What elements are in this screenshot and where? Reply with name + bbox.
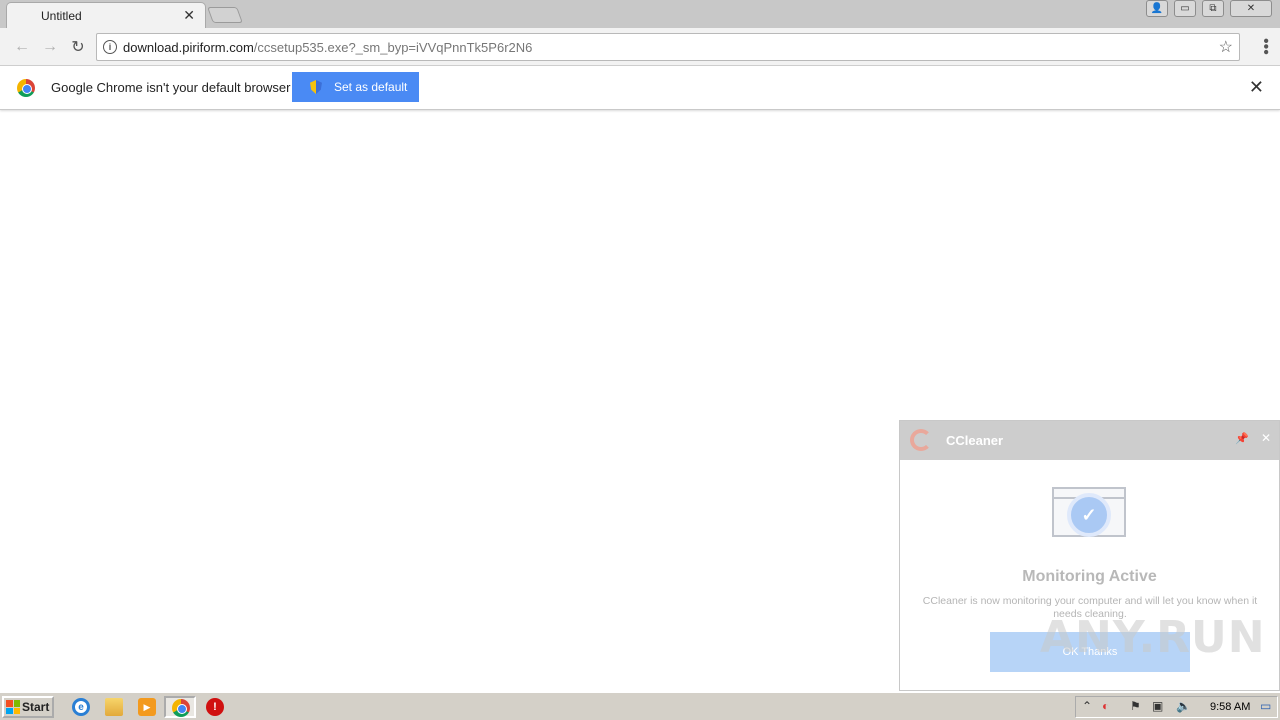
stop-icon[interactable]: ! bbox=[206, 698, 224, 716]
url-path: /ccsetup535.exe?_sm_byp=iVVqPnnTk5P6r2N6 bbox=[253, 40, 533, 55]
back-icon[interactable]: ← bbox=[12, 37, 32, 57]
infobar-message: Google Chrome isn't your default browser bbox=[51, 80, 291, 95]
window-controls: 👤 ▭ ⧉ ✕ bbox=[1146, 0, 1272, 17]
anyrun-watermark: ANY.RUN bbox=[1040, 612, 1266, 663]
show-desktop-icon[interactable]: ▭ bbox=[1260, 699, 1271, 713]
bookmark-star-icon[interactable]: ☆ bbox=[1219, 37, 1233, 57]
chrome-taskbar-button[interactable] bbox=[164, 696, 196, 718]
chrome-logo-icon bbox=[17, 79, 35, 97]
tab-close-icon[interactable]: ✕ bbox=[183, 7, 195, 24]
system-tray: ⌃ ◐ ⚑ ▣ 🔈 9:58 AM ▭ bbox=[1075, 696, 1278, 718]
info-icon[interactable]: i bbox=[103, 40, 117, 54]
ccleaner-heading: Monitoring Active bbox=[1022, 568, 1157, 585]
volume-icon[interactable]: 🔈 bbox=[1176, 699, 1191, 713]
browser-toolbar: ← → ↻ i download.piriform.com/ccsetup535… bbox=[0, 28, 1280, 66]
url-host: download.piriform.com bbox=[123, 40, 254, 55]
ccleaner-header: CCleaner 📌 ✕ bbox=[900, 421, 1279, 460]
ccleaner-tray-icon[interactable]: ◐ bbox=[1102, 699, 1109, 713]
show-hidden-icons-icon[interactable]: ⌃ bbox=[1082, 699, 1092, 713]
windows-logo-icon bbox=[6, 700, 20, 714]
flag-icon[interactable]: ⚑ bbox=[1130, 699, 1141, 713]
address-bar[interactable]: i download.piriform.com/ccsetup535.exe?_… bbox=[96, 33, 1240, 61]
close-window-icon[interactable]: ✕ bbox=[1230, 0, 1272, 17]
pin-icon[interactable]: 📌 bbox=[1235, 432, 1249, 445]
user-icon[interactable]: 👤 bbox=[1146, 0, 1168, 17]
ccleaner-title: CCleaner bbox=[946, 433, 1004, 448]
clock[interactable]: 9:58 AM bbox=[1210, 701, 1250, 713]
set-as-default-label: Set as default bbox=[334, 80, 408, 94]
internet-explorer-icon[interactable]: e bbox=[72, 698, 90, 716]
default-browser-infobar: Google Chrome isn't your default browser… bbox=[0, 66, 1280, 110]
new-tab-button[interactable] bbox=[207, 7, 243, 23]
start-button[interactable]: Start bbox=[2, 696, 54, 718]
infobar-close-icon[interactable]: ✕ bbox=[1249, 77, 1264, 98]
forward-icon[interactable]: → bbox=[40, 37, 60, 57]
folder-icon[interactable] bbox=[105, 698, 123, 716]
set-as-default-button[interactable]: Set as default bbox=[292, 72, 419, 102]
media-player-icon[interactable]: ▶ bbox=[138, 698, 156, 716]
checkmark-icon: ✓ bbox=[1067, 493, 1111, 537]
tab-untitled[interactable]: Untitled ✕ bbox=[6, 2, 206, 28]
ccleaner-logo-icon bbox=[910, 429, 932, 451]
tab-strip: Untitled ✕ 👤 ▭ ⧉ ✕ bbox=[0, 0, 1280, 28]
minimize-icon[interactable]: ▭ bbox=[1174, 0, 1196, 17]
start-label: Start bbox=[22, 700, 50, 714]
reload-icon[interactable]: ↻ bbox=[68, 37, 88, 57]
shield-icon bbox=[310, 80, 322, 94]
chrome-taskbar-icon bbox=[172, 699, 190, 717]
taskbar: Start e ▶ ! ⌃ ◐ ⚑ ▣ 🔈 9:58 AM ▭ bbox=[0, 692, 1280, 720]
network-icon[interactable]: ▣ bbox=[1152, 699, 1163, 713]
url-text[interactable]: download.piriform.com/ccsetup535.exe?_sm… bbox=[123, 40, 532, 55]
tab-title: Untitled bbox=[41, 9, 82, 23]
restore-icon[interactable]: ⧉ bbox=[1202, 0, 1224, 17]
ccleaner-close-icon[interactable]: ✕ bbox=[1261, 431, 1271, 445]
menu-icon[interactable]: ••• bbox=[1257, 38, 1274, 55]
